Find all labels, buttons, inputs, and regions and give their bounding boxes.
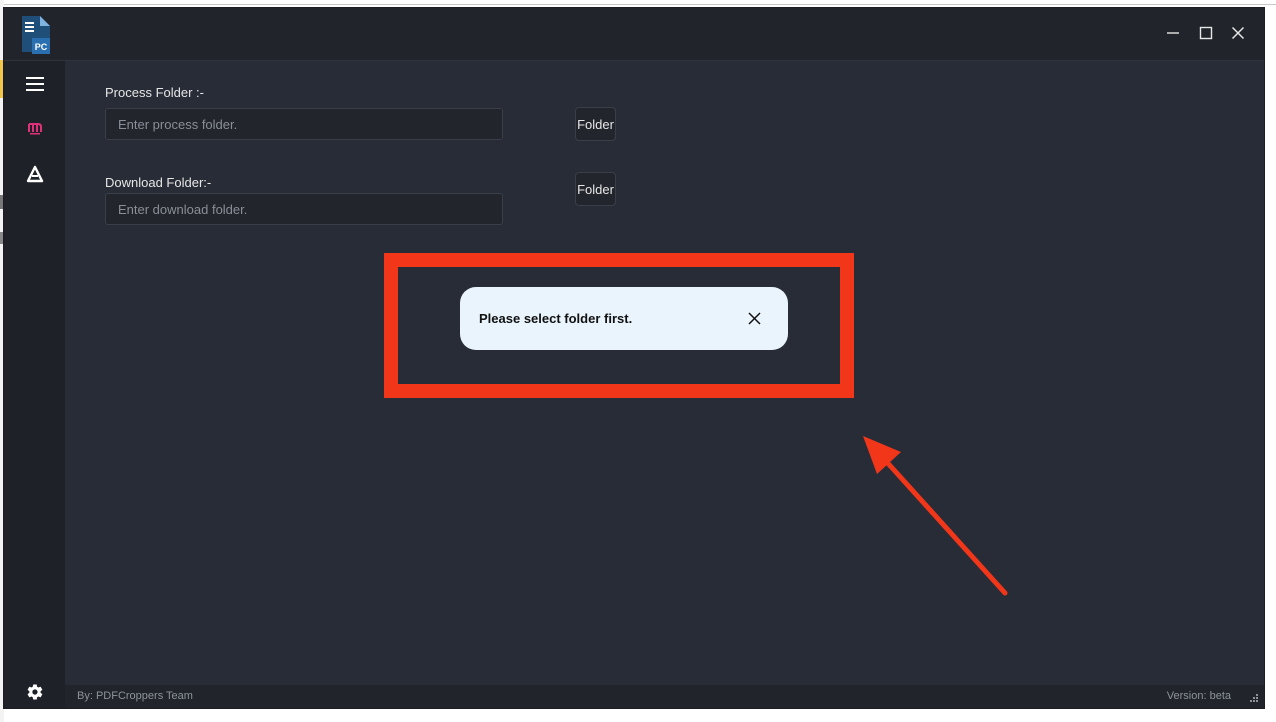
app-logo-icon: PC — [18, 14, 54, 56]
hamburger-menu-icon — [26, 77, 44, 91]
a-logo-icon — [26, 165, 44, 183]
desktop-top-edge — [0, 4, 1276, 5]
title-bar: PC — [4, 8, 1264, 61]
gear-icon — [27, 684, 43, 700]
download-folder-label: Download Folder:- — [105, 175, 212, 190]
sidebar — [4, 61, 65, 708]
settings-button[interactable] — [19, 676, 51, 708]
minimize-button[interactable] — [1160, 20, 1186, 46]
version-text: Version: beta — [1166, 690, 1231, 702]
maximize-button[interactable] — [1193, 20, 1219, 46]
close-icon — [747, 311, 761, 325]
close-window-button[interactable] — [1225, 20, 1251, 46]
annotation-arrow-icon — [863, 436, 1008, 596]
notification-toast: Please select folder first. — [460, 287, 788, 350]
close-icon — [1231, 26, 1245, 40]
download-folder-input[interactable] — [105, 193, 503, 225]
m-logo-icon — [28, 123, 42, 135]
status-bar: By: PDFCroppers Team Version: beta — [65, 685, 1264, 708]
download-folder-browse-button[interactable]: Folder — [575, 172, 616, 206]
minimize-icon — [1167, 32, 1179, 34]
resize-grip-icon[interactable] — [1250, 694, 1258, 702]
credit-text: By: PDFCroppers Team — [77, 690, 193, 702]
svg-text:PC: PC — [35, 42, 48, 52]
maximize-icon — [1199, 26, 1213, 40]
process-folder-input[interactable] — [105, 108, 503, 140]
sidebar-item-a[interactable] — [19, 158, 51, 190]
menu-toggle-button[interactable] — [19, 68, 51, 100]
sidebar-item-m[interactable] — [19, 112, 51, 144]
toast-close-button[interactable] — [746, 310, 762, 326]
toast-message: Please select folder first. — [479, 311, 633, 326]
process-folder-label: Process Folder :- — [105, 85, 204, 100]
process-folder-browse-button[interactable]: Folder — [575, 107, 616, 141]
